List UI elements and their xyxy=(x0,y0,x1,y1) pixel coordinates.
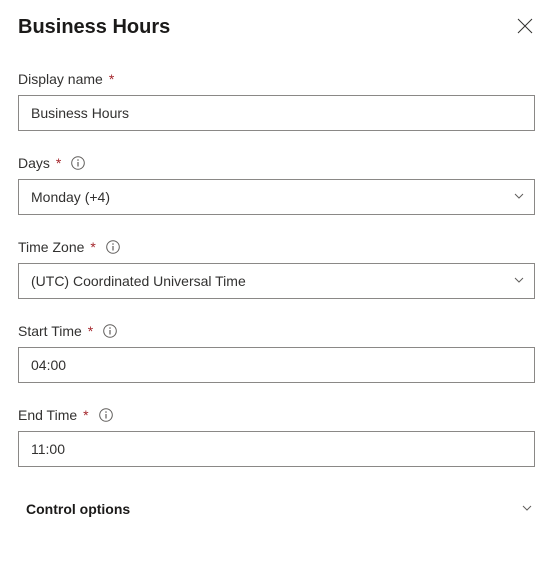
control-options-label: Control options xyxy=(26,501,130,517)
timezone-label: Time Zone * xyxy=(18,239,535,255)
close-icon xyxy=(517,18,533,37)
chevron-down-icon xyxy=(521,501,533,517)
timezone-label-text: Time Zone xyxy=(18,239,84,255)
timezone-select[interactable]: (UTC) Coordinated Universal Time xyxy=(18,263,535,299)
required-asterisk: * xyxy=(109,71,114,87)
end-time-label: End Time * xyxy=(18,407,535,423)
required-asterisk: * xyxy=(56,155,61,171)
display-name-input[interactable] xyxy=(18,95,535,131)
required-asterisk: * xyxy=(83,407,88,423)
info-icon[interactable] xyxy=(106,240,120,254)
display-name-label-text: Display name xyxy=(18,71,103,87)
start-time-input[interactable] xyxy=(18,347,535,383)
control-options-toggle[interactable]: Control options xyxy=(18,491,535,517)
days-label: Days * xyxy=(18,155,535,171)
days-label-text: Days xyxy=(18,155,50,171)
info-icon[interactable] xyxy=(71,156,85,170)
end-time-label-text: End Time xyxy=(18,407,77,423)
required-asterisk: * xyxy=(90,239,95,255)
info-icon[interactable] xyxy=(99,408,113,422)
info-icon[interactable] xyxy=(103,324,117,338)
end-time-input[interactable] xyxy=(18,431,535,467)
start-time-label-text: Start Time xyxy=(18,323,82,339)
close-button[interactable] xyxy=(515,18,535,38)
days-select-value: Monday (+4) xyxy=(31,189,110,205)
days-select[interactable]: Monday (+4) xyxy=(18,179,535,215)
start-time-label: Start Time * xyxy=(18,323,535,339)
panel-title: Business Hours xyxy=(18,16,170,39)
timezone-select-value: (UTC) Coordinated Universal Time xyxy=(31,273,246,289)
required-asterisk: * xyxy=(88,323,93,339)
display-name-label: Display name * xyxy=(18,71,535,87)
